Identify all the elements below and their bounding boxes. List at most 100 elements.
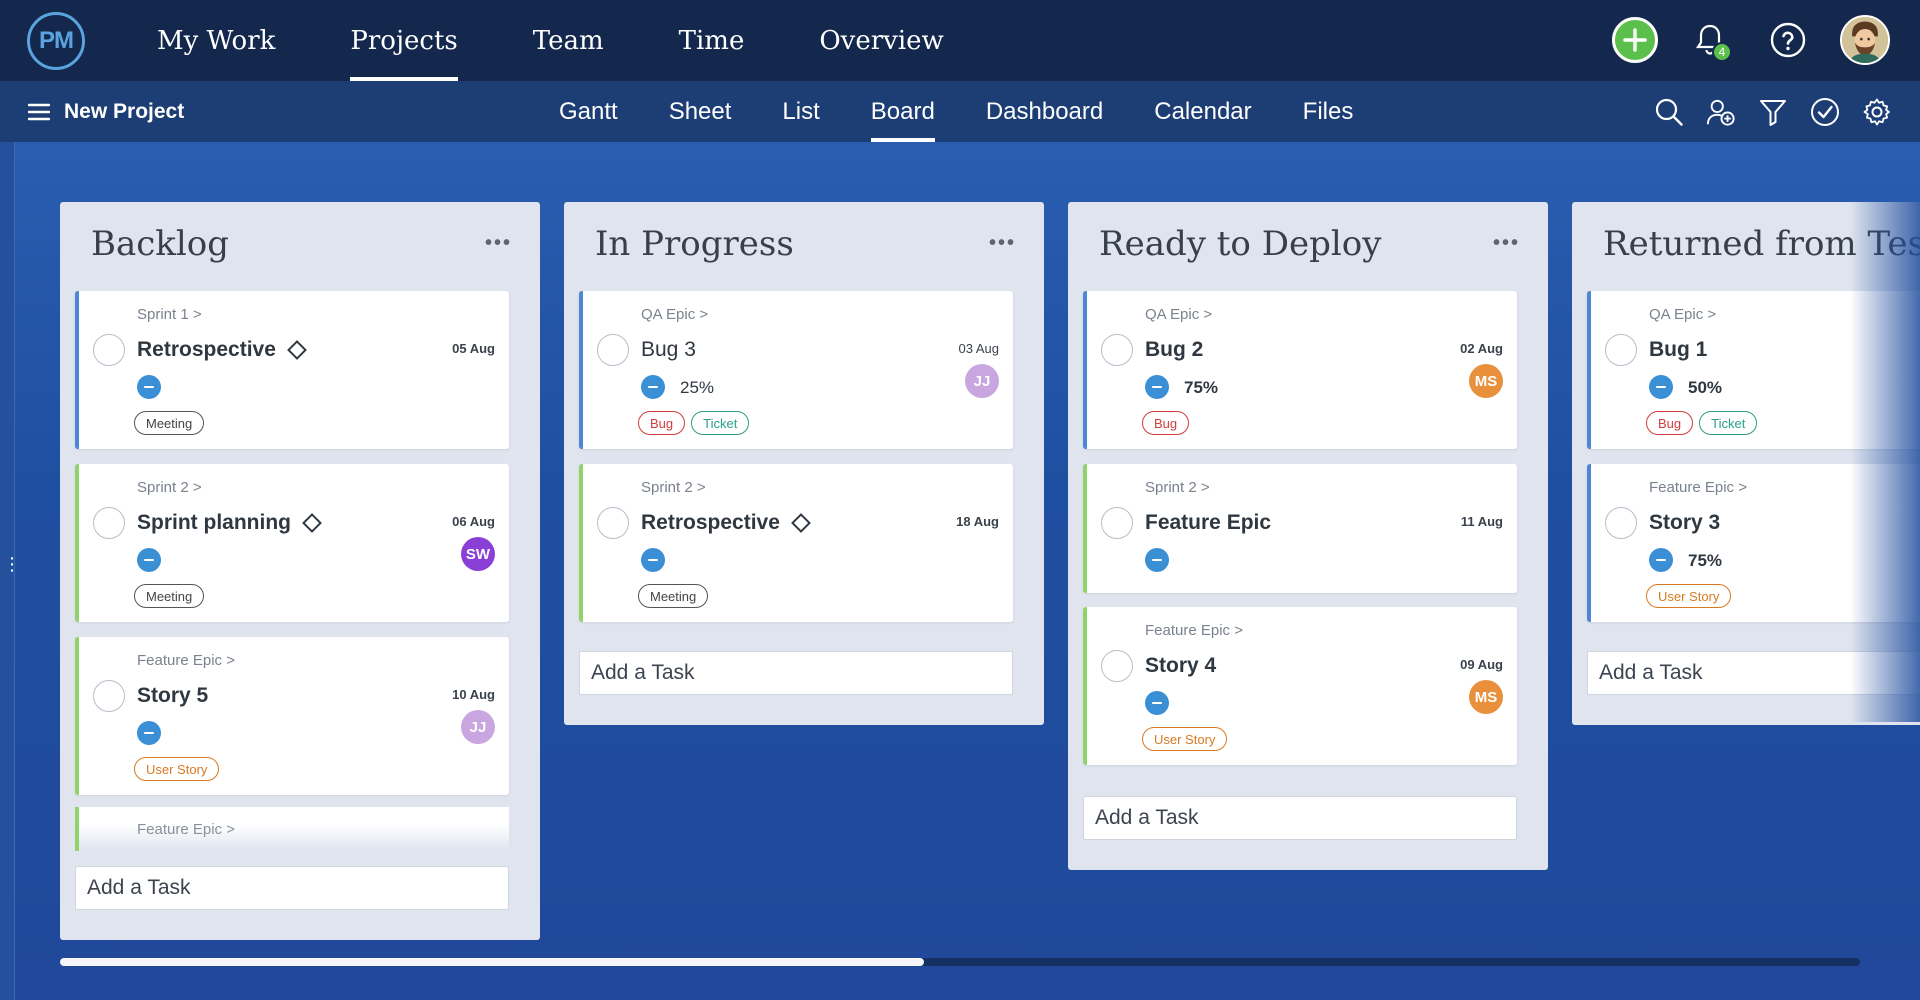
add-task-input[interactable]: Add a Task [75, 866, 509, 910]
tag[interactable]: User Story [1646, 584, 1732, 608]
tag[interactable]: Ticket [1699, 411, 1758, 435]
add-task-input[interactable]: Add a Task [579, 651, 1013, 695]
project-menu[interactable]: New Project [28, 81, 184, 142]
task-card-partial[interactable]: Feature Epic > [75, 807, 509, 851]
horizontal-scrollbar[interactable] [60, 958, 1860, 966]
task-card[interactable]: Sprint 2 > Retrospective 18 Aug Meeting [579, 464, 1013, 622]
column-more-icon[interactable]: ••• [989, 232, 1016, 255]
assignee-avatar[interactable]: MS [1469, 364, 1503, 398]
task-parent[interactable]: Sprint 2 > [641, 479, 706, 496]
task-name[interactable]: Bug 3 [641, 338, 696, 362]
tag[interactable]: Meeting [134, 411, 205, 435]
tab-gantt[interactable]: Gantt [559, 81, 618, 142]
nav-overview[interactable]: Overview [819, 0, 943, 81]
settings-button[interactable] [1862, 97, 1892, 127]
task-parent[interactable]: Feature Epic > [1649, 479, 1747, 496]
task-card[interactable]: QA Epic > Bug 2 02 Aug 75% MS Bug [1083, 291, 1517, 449]
priority-icon[interactable] [1145, 548, 1169, 572]
tag[interactable]: Bug [638, 411, 686, 435]
nav-my-work[interactable]: My Work [157, 0, 275, 81]
pm-logo[interactable]: PM [27, 12, 85, 70]
task-parent[interactable]: QA Epic > [641, 306, 708, 323]
notifications-button[interactable]: 4 [1684, 14, 1736, 66]
complete-checkbox[interactable] [93, 680, 125, 712]
add-user-button[interactable] [1706, 97, 1736, 127]
task-parent[interactable]: QA Epic > [1145, 306, 1212, 323]
tag[interactable]: Meeting [134, 584, 205, 608]
search-button[interactable] [1654, 97, 1684, 127]
task-parent[interactable]: Feature Epic > [137, 821, 235, 838]
priority-icon[interactable] [641, 548, 665, 572]
help-button[interactable] [1762, 14, 1814, 66]
tab-board[interactable]: Board [870, 81, 935, 142]
priority-icon[interactable] [137, 721, 161, 745]
tab-list[interactable]: List [782, 81, 819, 142]
assignee-avatar[interactable]: SW [461, 537, 495, 571]
task-card[interactable]: Feature Epic > Story 5 10 Aug JJ User St… [75, 637, 509, 795]
task-name[interactable]: Bug 1 [1649, 338, 1707, 362]
nav-team[interactable]: Team [533, 0, 604, 81]
task-name[interactable]: Retrospective [641, 511, 811, 535]
tag[interactable]: Ticket [691, 411, 750, 435]
task-parent[interactable]: Sprint 2 > [137, 479, 202, 496]
task-card[interactable]: Sprint 2 > Feature Epic 11 Aug [1083, 464, 1517, 593]
assignee-avatar[interactable]: JJ [461, 710, 495, 744]
task-parent[interactable]: Sprint 1 > [137, 306, 202, 323]
tab-files[interactable]: Files [1303, 81, 1354, 142]
user-avatar[interactable] [1840, 15, 1890, 65]
task-parent[interactable]: Sprint 2 > [1145, 479, 1210, 496]
task-due-date: 11 Aug [1460, 514, 1503, 529]
priority-icon[interactable] [1649, 548, 1673, 572]
tag[interactable]: User Story [1142, 727, 1228, 751]
task-due-date: 02 Aug [1460, 341, 1503, 356]
complete-checkbox[interactable] [597, 507, 629, 539]
column-more-icon[interactable]: ••• [485, 232, 512, 255]
task-card[interactable]: QA Epic > Bug 3 03 Aug 25% JJ Bug Ticket [579, 291, 1013, 449]
task-name[interactable]: Story 5 [137, 684, 208, 708]
complete-checkbox[interactable] [1101, 334, 1133, 366]
task-name[interactable]: Sprint planning [137, 511, 322, 535]
priority-icon[interactable] [641, 375, 665, 399]
tag[interactable]: Bug [1142, 411, 1190, 435]
complete-checkbox[interactable] [1101, 650, 1133, 682]
task-parent[interactable]: QA Epic > [1649, 306, 1716, 323]
priority-icon[interactable] [1145, 375, 1169, 399]
tab-sheet[interactable]: Sheet [669, 81, 732, 142]
complete-checkbox[interactable] [597, 334, 629, 366]
priority-icon[interactable] [137, 548, 161, 572]
column-more-icon[interactable]: ••• [1493, 232, 1520, 255]
task-card[interactable]: Sprint 1 > Retrospective 05 Aug Meeting [75, 291, 509, 449]
nav-projects[interactable]: Projects [350, 0, 459, 81]
complete-checkbox[interactable] [1605, 507, 1637, 539]
priority-icon[interactable] [137, 375, 161, 399]
task-name[interactable]: Story 3 [1649, 511, 1720, 535]
complete-checkbox[interactable] [93, 507, 125, 539]
priority-icon[interactable] [1145, 691, 1169, 715]
task-name[interactable]: Retrospective [137, 338, 307, 362]
filter-button[interactable] [1758, 97, 1788, 127]
task-card[interactable]: Feature Epic > Story 4 09 Aug MS User St… [1083, 607, 1517, 765]
nav-time[interactable]: Time [679, 0, 745, 81]
task-name[interactable]: Feature Epic [1145, 511, 1271, 535]
complete-checkbox[interactable] [93, 334, 125, 366]
complete-checkbox[interactable] [1101, 507, 1133, 539]
tab-dashboard[interactable]: Dashboard [986, 81, 1103, 142]
assignee-avatar[interactable]: MS [1469, 680, 1503, 714]
scrollbar-thumb[interactable] [60, 958, 924, 966]
tag[interactable]: Bug [1646, 411, 1694, 435]
task-parent[interactable]: Feature Epic > [1145, 622, 1243, 639]
completed-tasks-button[interactable] [1810, 97, 1840, 127]
tab-calendar[interactable]: Calendar [1154, 81, 1251, 142]
task-name[interactable]: Story 4 [1145, 654, 1216, 678]
task-card[interactable]: Sprint 2 > Sprint planning 06 Aug SW Mee… [75, 464, 509, 622]
task-parent[interactable]: Feature Epic > [137, 652, 235, 669]
tag[interactable]: User Story [134, 757, 220, 781]
side-panel-handle-icon[interactable]: ⋮ [3, 555, 21, 573]
add-new-button[interactable] [1612, 17, 1658, 63]
priority-icon[interactable] [1649, 375, 1673, 399]
complete-checkbox[interactable] [1605, 334, 1637, 366]
add-task-input[interactable]: Add a Task [1083, 796, 1517, 840]
assignee-avatar[interactable]: JJ [965, 364, 999, 398]
tag[interactable]: Meeting [638, 584, 709, 608]
task-name[interactable]: Bug 2 [1145, 338, 1203, 362]
